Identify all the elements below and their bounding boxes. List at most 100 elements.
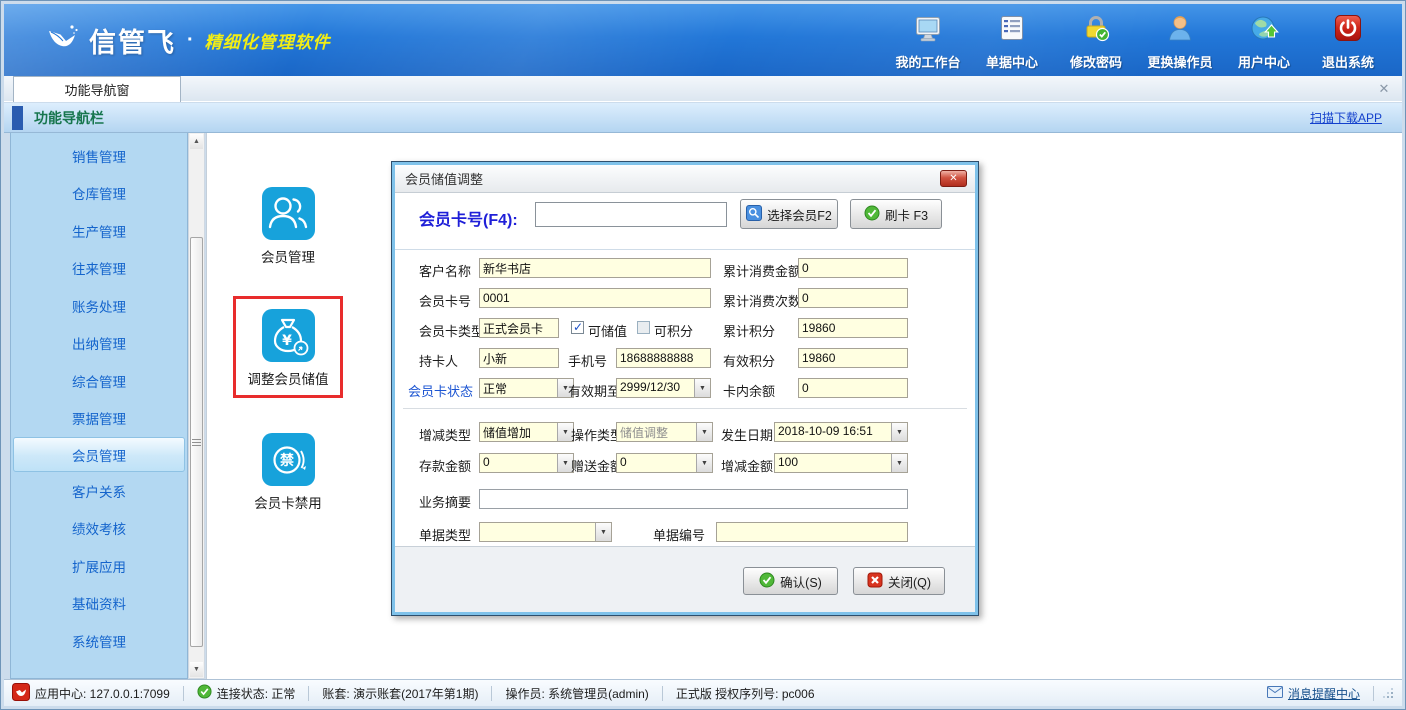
customer-name-input[interactable] [479, 258, 711, 278]
sidebar-item-members[interactable]: 会员管理 [13, 437, 185, 472]
card-status-combobox[interactable]: 正常 [479, 378, 574, 398]
menu-item-exit-system[interactable]: 退出系统 [1306, 13, 1390, 71]
cumulative-points-label: 累计积分 [723, 321, 775, 340]
doc-no-input[interactable] [716, 522, 908, 542]
sidebar-item-production[interactable]: 生产管理 [11, 212, 187, 250]
cumulative-count-label: 累计消费次数 [723, 291, 801, 310]
scan-download-app-link[interactable]: 扫描下载APP [1310, 109, 1382, 126]
app-window: 信管飞 · 精细化管理软件 我的工作台 [0, 0, 1406, 710]
tab-function-navigation[interactable]: 功能导航窗 [13, 76, 181, 102]
tile-label: 调整会员储值 [248, 368, 329, 388]
sidebar-item-accounting[interactable]: 账务处理 [11, 287, 187, 325]
mobile-input[interactable] [616, 348, 711, 368]
top-bar: 信管飞 · 精细化管理软件 我的工作台 [4, 4, 1402, 76]
status-bar: 应用中心: 127.0.0.1:7099 连接状态: 正常 账套: 演示账套(2… [4, 679, 1402, 706]
tile-label: 会员卡禁用 [254, 492, 322, 512]
card-type-input[interactable] [479, 318, 559, 338]
balance-input[interactable] [798, 378, 908, 398]
menu-item-change-password[interactable]: 修改密码 [1054, 13, 1138, 71]
tile-member-management[interactable]: 会员管理 [218, 187, 358, 266]
status-license: 正式版 授权序列号: pc006 [663, 685, 828, 702]
doc-type-label: 单据类型 [419, 525, 471, 544]
tab-close-icon[interactable] [1376, 81, 1392, 97]
top-menu: 我的工作台 单据中心 [886, 13, 1390, 71]
gift-amount-combobox[interactable]: 0 [616, 453, 713, 473]
confirm-button[interactable]: 确认(S) [743, 567, 838, 595]
dialog-close-icon[interactable] [940, 170, 967, 187]
nav-header-accent [12, 106, 23, 130]
holder-input[interactable] [479, 348, 559, 368]
sidebar-item-customer-relations[interactable]: 客户关系 [11, 472, 187, 510]
dropdown-arrow-icon[interactable] [891, 454, 907, 472]
operation-type-combobox: 储值调整 [616, 422, 713, 442]
pointable-checkbox[interactable] [637, 321, 650, 334]
menu-item-switch-operator[interactable]: 更换操作员 [1138, 13, 1222, 71]
exit-power-icon [1333, 13, 1363, 48]
select-member-button[interactable]: 选择会员F2 [740, 199, 838, 229]
sidebar-item-performance[interactable]: 绩效考核 [11, 510, 187, 548]
sidebar-item-contacts[interactable]: 往来管理 [11, 250, 187, 288]
dropdown-arrow-icon[interactable] [891, 423, 907, 441]
scrollbar-thumb[interactable] [190, 237, 203, 647]
dropdown-arrow-icon[interactable] [694, 379, 710, 397]
members-icon [262, 187, 315, 240]
cumulative-points-input[interactable] [798, 318, 908, 338]
status-connection: 连接状态: 正常 [184, 684, 309, 702]
summary-input[interactable] [479, 489, 908, 509]
tile-member-card-disable[interactable]: 禁 会员卡禁用 [218, 433, 358, 512]
sidebar-nav: 销售管理 仓库管理 生产管理 往来管理 账务处理 出纳管理 综合管理 票据管理 … [10, 133, 188, 679]
tile-adjust-member-stored-value[interactable]: ¥ 调整会员储值 [218, 309, 358, 388]
dropdown-arrow-icon[interactable] [595, 523, 611, 541]
customer-name-label: 客户名称 [419, 261, 471, 280]
cumulative-amount-input[interactable] [798, 258, 908, 278]
envelope-icon [1267, 686, 1283, 701]
sidebar-item-comprehensive[interactable]: 综合管理 [11, 362, 187, 400]
cumulative-amount-label: 累计消费金额 [723, 261, 801, 280]
adjust-amount-combobox[interactable]: 100 [774, 453, 908, 473]
menu-item-workbench[interactable]: 我的工作台 [886, 13, 970, 71]
card-status-label[interactable]: 会员卡状态 [408, 381, 473, 400]
card-type-label: 会员卡类型 [419, 321, 484, 340]
svg-text:¥: ¥ [282, 333, 292, 349]
summary-label: 业务摘要 [419, 492, 471, 511]
swipe-card-button[interactable]: 刷卡 F3 [850, 199, 942, 229]
menu-item-user-center[interactable]: 用户中心 [1222, 13, 1306, 71]
scroll-up-arrow-icon[interactable] [190, 134, 203, 149]
resize-grip-icon[interactable] [1382, 687, 1394, 699]
nav-header-title: 功能导航栏 [34, 108, 104, 128]
sidebar-item-base-data[interactable]: 基础资料 [11, 585, 187, 623]
app-logo: 信管飞 · 精细化管理软件 [44, 21, 331, 60]
storable-checkbox[interactable] [571, 321, 584, 334]
adjust-type-label: 增减类型 [419, 425, 471, 444]
sidebar-scrollbar[interactable] [188, 133, 205, 679]
dialog-close-button[interactable]: 关闭(Q) [853, 567, 945, 595]
member-card-no-input[interactable] [479, 288, 711, 308]
sidebar-item-invoices[interactable]: 票据管理 [11, 400, 187, 438]
card-number-input[interactable] [535, 202, 727, 227]
sidebar-item-cashier[interactable]: 出纳管理 [11, 325, 187, 363]
storable-label: 可储值 [588, 321, 627, 340]
app-center-logo-icon [12, 683, 30, 704]
cumulative-count-input[interactable] [798, 288, 908, 308]
valid-points-input[interactable] [798, 348, 908, 368]
scroll-down-arrow-icon[interactable] [190, 662, 203, 677]
green-check-icon [864, 205, 880, 224]
dialog-title-bar[interactable]: 会员储值调整 [395, 165, 975, 193]
occur-date-combobox[interactable]: 2018-10-09 16:51 [774, 422, 908, 442]
sidebar-item-warehouse[interactable]: 仓库管理 [11, 175, 187, 213]
sidebar-item-sales[interactable]: 销售管理 [11, 137, 187, 175]
adjust-amount-label: 增减金额 [721, 456, 773, 475]
dropdown-arrow-icon[interactable] [696, 454, 712, 472]
deposit-amount-combobox[interactable]: 0 [479, 453, 574, 473]
magnifier-icon [746, 205, 762, 224]
occur-date-label: 发生日期 [721, 425, 773, 444]
switch-operator-icon [1165, 13, 1195, 48]
menu-item-documents[interactable]: 单据中心 [970, 13, 1054, 71]
adjust-type-combobox[interactable]: 储值增加 [479, 422, 574, 442]
sidebar-item-extensions[interactable]: 扩展应用 [11, 547, 187, 585]
tab-strip: 功能导航窗 [4, 76, 1402, 102]
doc-type-combobox[interactable] [479, 522, 612, 542]
valid-until-combobox[interactable]: 2999/12/30 [616, 378, 711, 398]
message-center-link[interactable]: 消息提醒中心 [1254, 685, 1373, 702]
sidebar-item-system[interactable]: 系统管理 [11, 622, 187, 660]
